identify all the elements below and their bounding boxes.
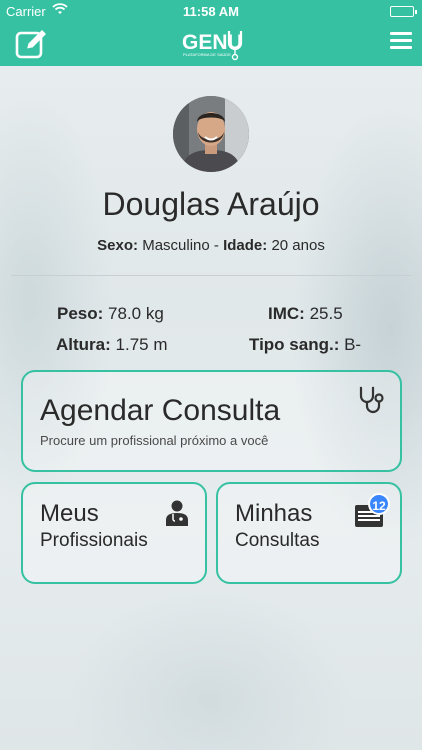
minhas-consultas-button[interactable]: Minhas Consultas 12	[216, 482, 402, 584]
idade-label: Idade:	[223, 237, 268, 254]
tipo-label: Tipo sang.:	[249, 335, 340, 354]
user-subinfo: Sexo: Masculino - Idade: 20 anos	[0, 237, 422, 254]
stethoscope-icon	[358, 386, 386, 421]
altura-value: 1.75 m	[115, 335, 168, 354]
doctor-icon	[165, 500, 189, 531]
edit-icon[interactable]	[15, 28, 49, 60]
stat-peso: Peso: 78.0 kg	[57, 304, 164, 324]
sexo-value: Masculino	[142, 237, 210, 254]
sexo-label: Sexo:	[97, 237, 139, 254]
agendar-consulta-button[interactable]: Agendar Consulta Procure um profissional…	[21, 370, 402, 472]
consultas-line1: Minhas	[235, 500, 313, 527]
meus-profissionais-button[interactable]: Meus Profissionais	[21, 482, 207, 584]
consultas-count-badge: 12	[368, 493, 390, 515]
peso-value: 78.0 kg	[108, 304, 164, 323]
clock: 11:58 AM	[183, 4, 239, 19]
imc-label: IMC:	[268, 304, 305, 323]
peso-label: Peso:	[57, 304, 104, 323]
consultas-line2: Consultas	[235, 530, 320, 551]
stat-altura: Altura: 1.75 m	[56, 335, 168, 355]
stat-tipo-sanguineo: Tipo sang.: B-	[249, 335, 361, 355]
profissionais-line2: Profissionais	[40, 530, 148, 551]
imc-value: 25.5	[309, 304, 343, 323]
avatar[interactable]	[173, 96, 249, 172]
stat-imc: IMC: 25.5	[268, 304, 343, 324]
subinfo-separator: -	[213, 237, 219, 254]
hamburger-menu-icon[interactable]	[390, 32, 412, 52]
tipo-value: B-	[344, 335, 362, 354]
altura-label: Altura:	[56, 335, 111, 354]
profile-screen: Douglas Araújo Sexo: Masculino - Idade: …	[0, 66, 422, 750]
status-bar: Carrier 11:58 AM	[0, 0, 422, 22]
idade-value: 20 anos	[271, 237, 325, 254]
battery-icon	[390, 6, 417, 17]
logo-text: GENU	[182, 31, 243, 54]
profissionais-line1: Meus	[40, 500, 99, 527]
agendar-title: Agendar Consulta	[40, 394, 281, 427]
genu-logo: GENU PLATAFORMA DE SAÚDE	[180, 25, 244, 63]
logo-tagline: PLATAFORMA DE SAÚDE	[183, 52, 231, 57]
user-name: Douglas Araújo	[102, 186, 320, 222]
divider	[11, 275, 411, 276]
agendar-subtitle: Procure um profissional próximo a você	[40, 433, 269, 448]
navigation-bar: GENU PLATAFORMA DE SAÚDE	[0, 22, 422, 66]
